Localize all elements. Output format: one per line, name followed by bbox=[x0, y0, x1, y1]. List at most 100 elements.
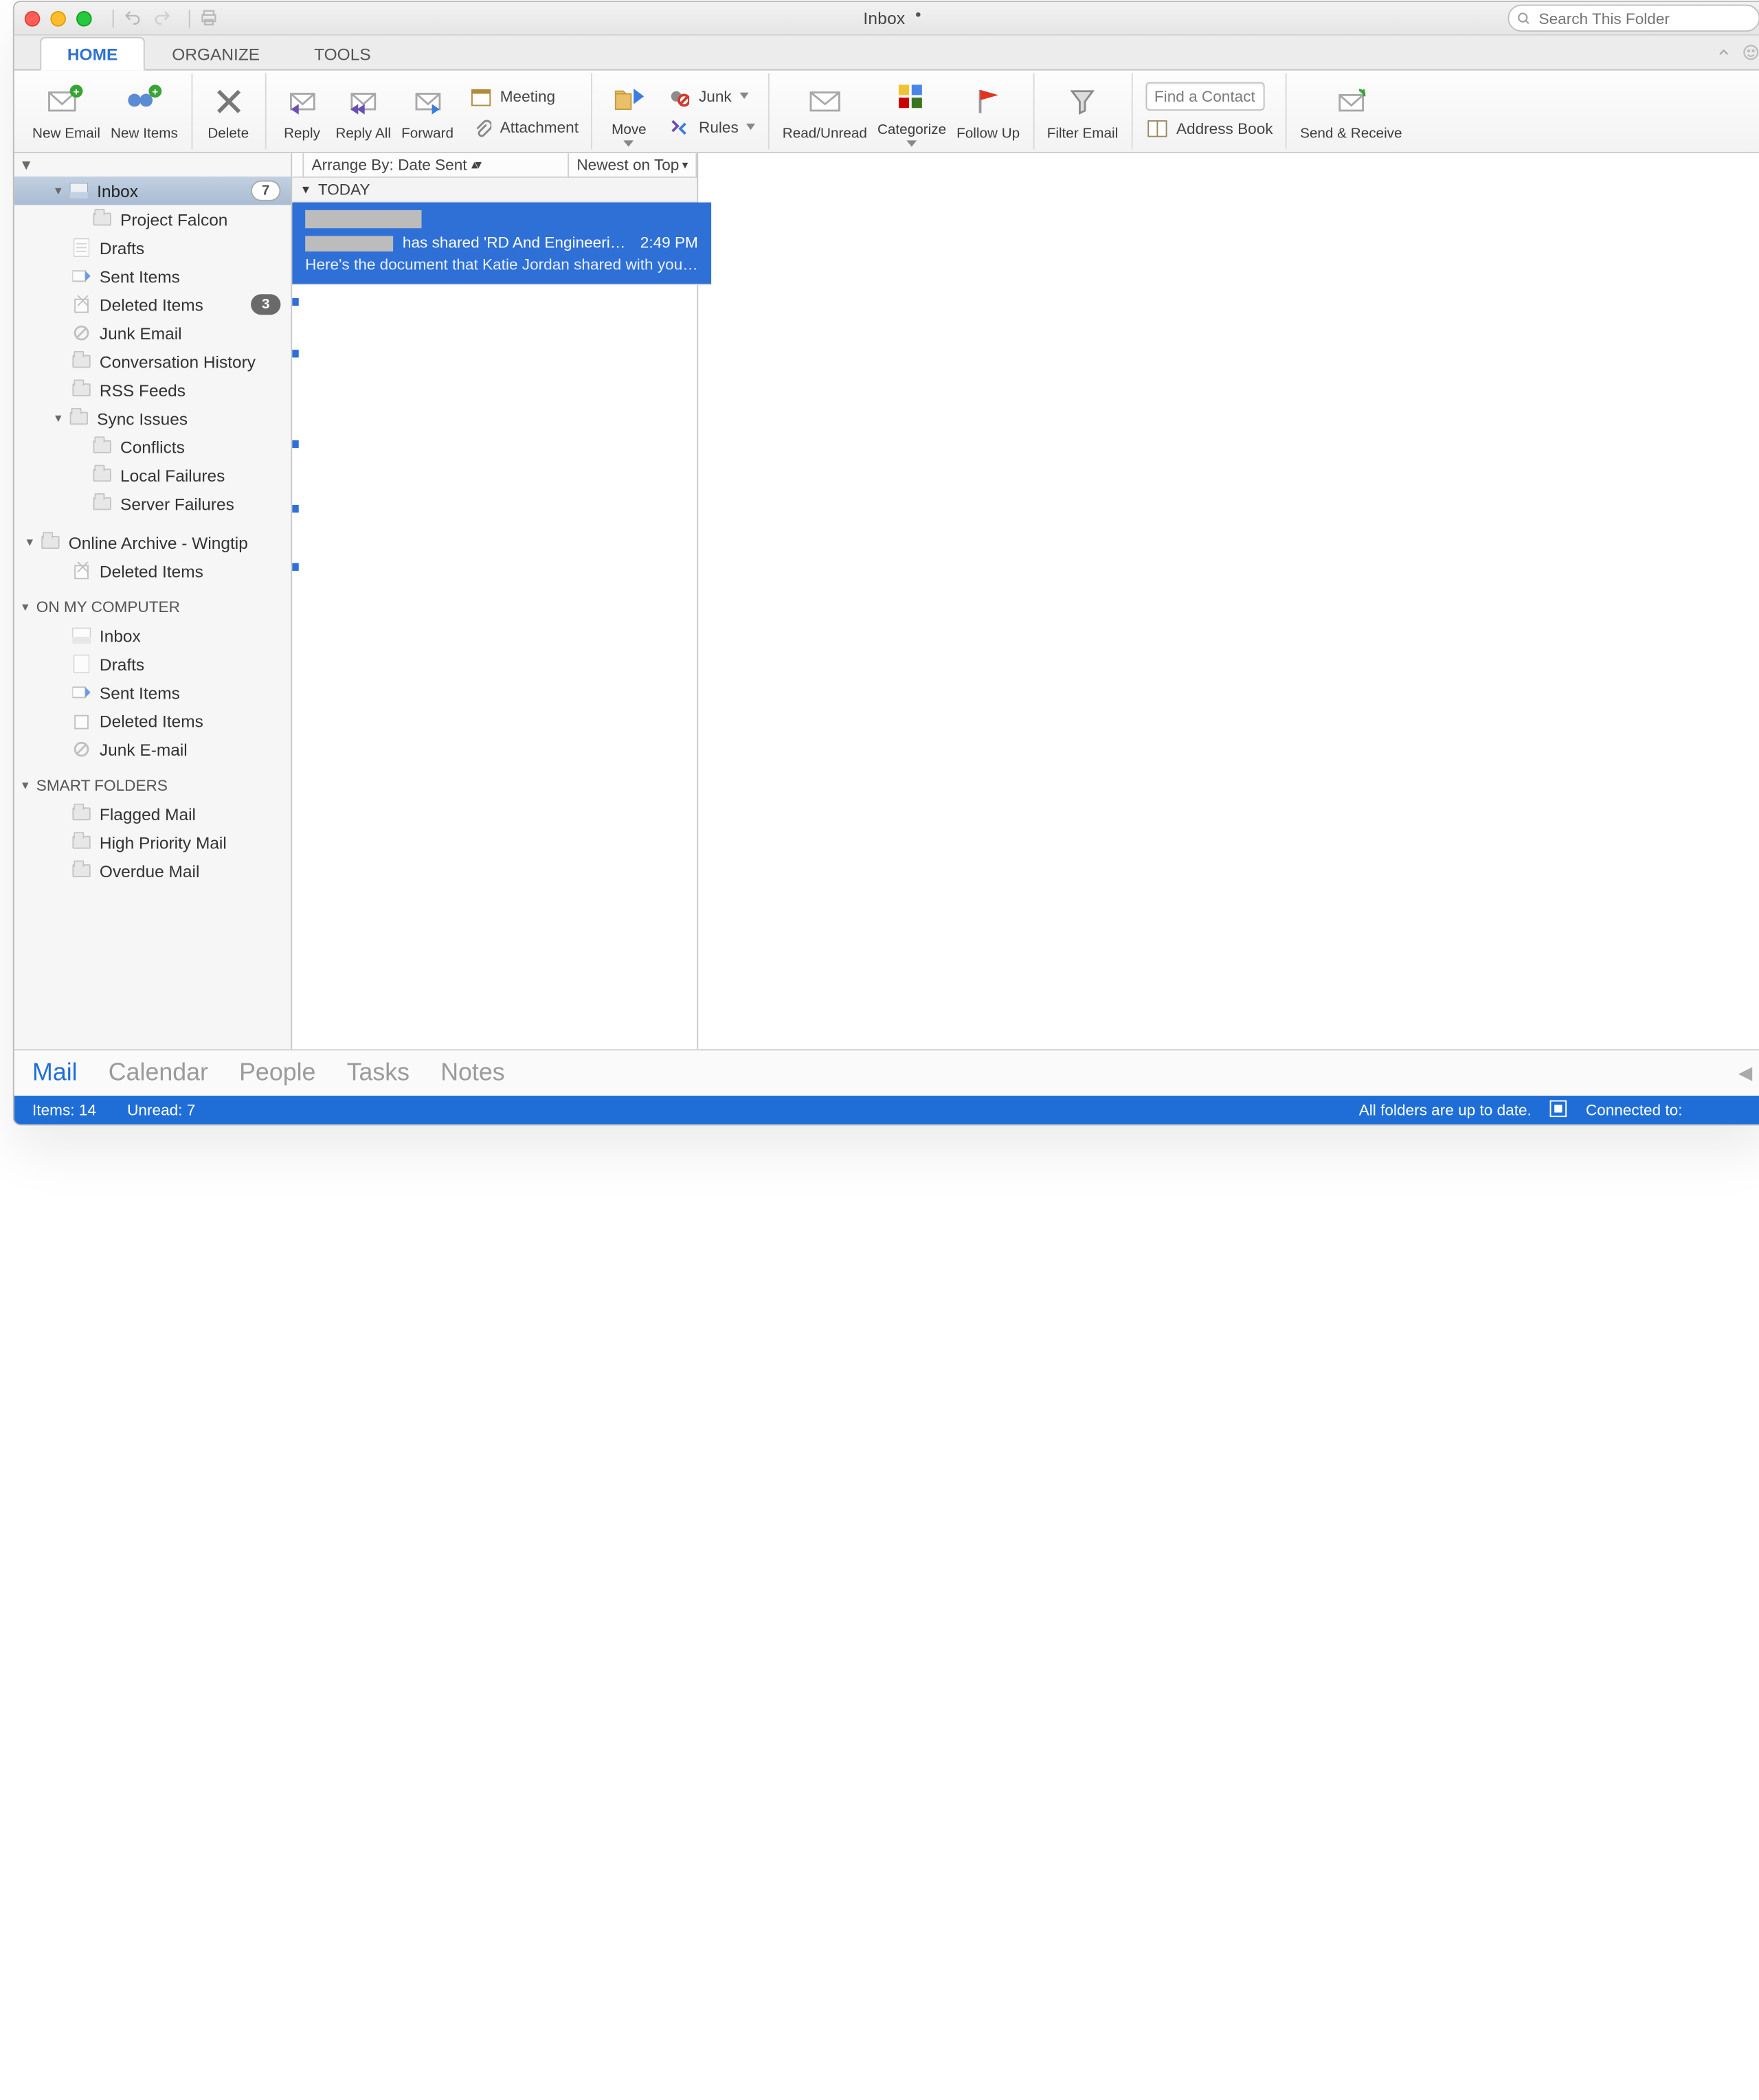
tab-tools[interactable]: TOOLS bbox=[287, 37, 399, 69]
nav-calendar[interactable]: Calendar bbox=[109, 1059, 208, 1087]
ribbon: + New Email + New Items Delete bbox=[14, 71, 1759, 153]
folder-local-failures[interactable]: Local Failures bbox=[14, 461, 291, 489]
sort-order-button[interactable]: Newest on Top ▾ bbox=[568, 153, 697, 178]
chevron-down-icon: ▾ bbox=[22, 535, 38, 550]
collapse-ribbon-icon[interactable] bbox=[1716, 45, 1732, 64]
meeting-icon bbox=[469, 85, 493, 106]
folder-sync-issues[interactable]: ▾ Sync Issues bbox=[14, 404, 291, 432]
nav-mail[interactable]: Mail bbox=[32, 1059, 78, 1087]
find-contact-input[interactable]: Find a Contact bbox=[1145, 82, 1264, 110]
move-button[interactable]: Move bbox=[601, 73, 658, 149]
read-unread-button[interactable]: Read/Unread bbox=[777, 78, 872, 145]
folder-omc-drafts[interactable]: Drafts bbox=[14, 650, 291, 678]
message-list: Arrange By: Date Sent ▴▾ Newest on Top ▾… bbox=[292, 153, 698, 1049]
close-window-button[interactable] bbox=[25, 10, 41, 26]
address-book-icon bbox=[1145, 119, 1169, 137]
tab-home[interactable]: HOME bbox=[40, 37, 144, 71]
categorize-button[interactable]: Categorize bbox=[872, 73, 951, 149]
nav-people[interactable]: People bbox=[239, 1059, 315, 1087]
folder-online-archive[interactable]: ▾ Online Archive - Wingtip bbox=[14, 528, 291, 556]
folder-deleted-items[interactable]: Deleted Items 3 bbox=[14, 291, 291, 319]
ribbon-group-new: + New Email + New Items bbox=[19, 73, 192, 149]
collapse-nav-icon[interactable]: ◀ bbox=[1738, 1062, 1752, 1084]
send-receive-button[interactable]: Send & Receive bbox=[1295, 78, 1408, 145]
folder-icon bbox=[92, 465, 113, 486]
message-list-body[interactable] bbox=[292, 285, 697, 1049]
folder-sent-items[interactable]: Sent Items bbox=[14, 262, 291, 290]
section-on-my-computer[interactable]: ▾ ON MY COMPUTER bbox=[14, 593, 291, 621]
tab-organize[interactable]: ORGANIZE bbox=[145, 37, 287, 69]
delete-button[interactable]: Delete bbox=[200, 78, 257, 145]
junk-button[interactable]: Junk bbox=[668, 83, 755, 109]
trash-icon bbox=[71, 294, 92, 315]
reply-all-button[interactable]: Reply All bbox=[330, 78, 396, 145]
folder-junk[interactable]: Junk Email bbox=[14, 319, 291, 347]
window-title: Inbox • bbox=[863, 8, 921, 27]
folder-inbox[interactable]: ▾ Inbox 7 bbox=[14, 177, 291, 205]
nav-notes[interactable]: Notes bbox=[440, 1059, 504, 1087]
folder-high-priority-mail[interactable]: High Priority Mail bbox=[14, 828, 291, 856]
chevron-down-icon: ▾ bbox=[22, 778, 28, 793]
move-icon bbox=[611, 76, 647, 120]
search-input[interactable] bbox=[1536, 8, 1751, 28]
folder-omc-sent[interactable]: Sent Items bbox=[14, 678, 291, 706]
message-subject: has shared 'RD And Engineeri… bbox=[305, 234, 625, 251]
unread-tick bbox=[292, 298, 298, 306]
undo-icon[interactable] bbox=[122, 7, 144, 29]
unsaved-indicator: • bbox=[915, 5, 921, 24]
sent-icon bbox=[71, 682, 92, 703]
folder-archive-deleted[interactable]: Deleted Items bbox=[14, 556, 291, 585]
arrange-by-button[interactable]: Arrange By: Date Sent ▴▾ bbox=[302, 153, 568, 178]
message-group-today[interactable]: ▼ TODAY bbox=[292, 178, 697, 203]
folder-conflicts[interactable]: Conflicts bbox=[14, 433, 291, 461]
unread-tick bbox=[292, 350, 298, 357]
zoom-window-button[interactable] bbox=[76, 10, 92, 26]
sort-indicator-icon: ▴▾ bbox=[471, 158, 479, 172]
rules-button[interactable]: Rules bbox=[668, 114, 755, 140]
chevron-down-icon: ▾ bbox=[50, 183, 66, 198]
folder-omc-inbox[interactable]: Inbox bbox=[14, 621, 291, 649]
drafts-icon bbox=[71, 653, 92, 674]
folder-icon bbox=[92, 436, 113, 457]
redo-icon[interactable] bbox=[151, 7, 173, 29]
search-field[interactable] bbox=[1508, 5, 1759, 32]
reply-button[interactable]: Reply bbox=[273, 78, 330, 145]
count-badge: 3 bbox=[251, 294, 280, 315]
nav-tasks[interactable]: Tasks bbox=[347, 1059, 410, 1087]
categorize-icon bbox=[896, 76, 927, 120]
new-items-button[interactable]: + New Items bbox=[106, 78, 183, 145]
folder-drafts[interactable]: Drafts bbox=[14, 234, 291, 262]
minimize-window-button[interactable] bbox=[50, 10, 66, 26]
read-unread-icon bbox=[808, 80, 842, 124]
message-item-selected[interactable]: has shared 'RD And Engineeri… 2:49 PM He… bbox=[292, 203, 710, 285]
folder-omc-junk[interactable]: Junk E-mail bbox=[14, 735, 291, 763]
account-expander[interactable]: ▾ bbox=[14, 153, 291, 177]
folder-rss-feeds[interactable]: RSS Feeds bbox=[14, 376, 291, 404]
inbox-icon bbox=[69, 181, 89, 201]
section-smart-folders[interactable]: ▾ SMART FOLDERS bbox=[14, 771, 291, 800]
follow-up-button[interactable]: Follow Up bbox=[952, 78, 1025, 145]
print-icon[interactable] bbox=[198, 7, 220, 29]
folder-omc-deleted[interactable]: Deleted Items bbox=[14, 707, 291, 735]
ribbon-group-move: Move Junk Rules bbox=[593, 73, 770, 149]
attachment-button[interactable]: Attachment bbox=[469, 114, 579, 140]
help-smiley-icon[interactable] bbox=[1742, 43, 1759, 65]
chevron-down-icon bbox=[1009, 136, 1019, 142]
folder-server-failures[interactable]: Server Failures bbox=[14, 489, 291, 517]
meeting-button[interactable]: Meeting bbox=[469, 83, 579, 109]
folder-project-falcon[interactable]: Project Falcon bbox=[14, 205, 291, 233]
new-email-button[interactable]: + New Email bbox=[27, 78, 106, 145]
address-book-button[interactable]: Address Book bbox=[1145, 115, 1273, 142]
folder-icon bbox=[92, 493, 113, 514]
separator bbox=[113, 9, 114, 27]
filter-email-button[interactable]: Filter Email bbox=[1042, 78, 1123, 145]
unread-tick bbox=[292, 563, 298, 571]
trash-icon bbox=[71, 561, 92, 581]
rules-icon bbox=[668, 116, 691, 137]
folder-overdue-mail[interactable]: Overdue Mail bbox=[14, 857, 291, 885]
separator bbox=[189, 9, 190, 27]
folder-conversation-history[interactable]: Conversation History bbox=[14, 347, 291, 375]
forward-button[interactable]: Forward bbox=[396, 78, 459, 145]
folder-flagged-mail[interactable]: Flagged Mail bbox=[14, 800, 291, 828]
new-email-icon: + bbox=[47, 80, 85, 124]
